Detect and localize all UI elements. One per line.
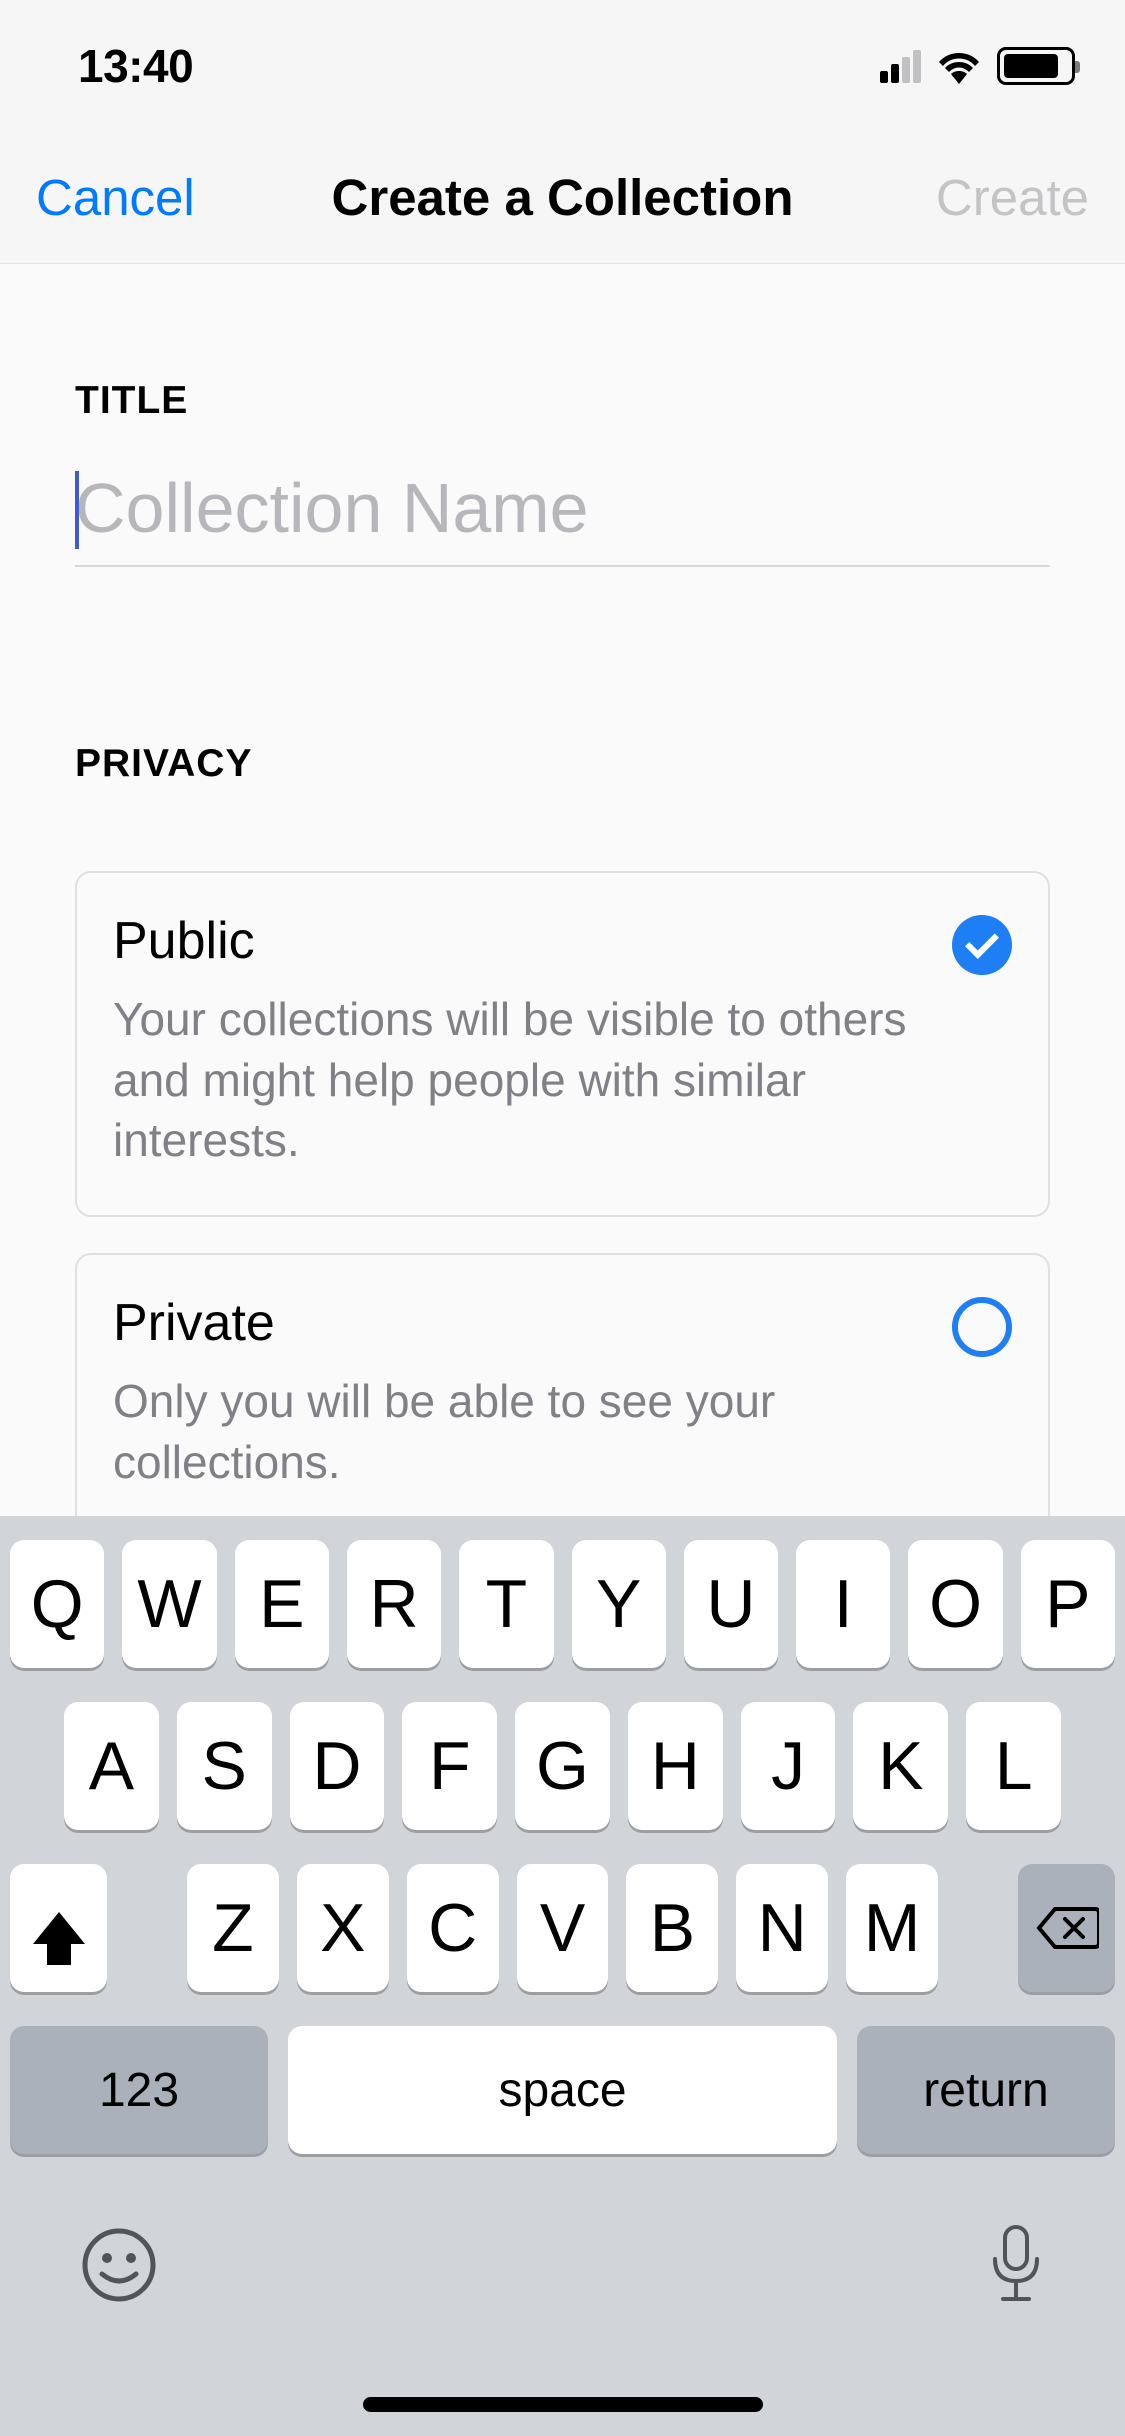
status-bar: 13:40 bbox=[0, 0, 1125, 132]
keyboard-row-1: Q W E R T Y U I O P bbox=[0, 1540, 1125, 1668]
cellular-signal-icon bbox=[880, 49, 921, 83]
key-h[interactable]: H bbox=[628, 1702, 723, 1830]
keyboard-row-4: 123 space return bbox=[0, 2026, 1125, 2154]
key-y[interactable]: Y bbox=[572, 1540, 666, 1668]
key-p[interactable]: P bbox=[1021, 1540, 1115, 1668]
checkmark-icon bbox=[952, 915, 1012, 975]
key-backspace[interactable] bbox=[1018, 1864, 1115, 1992]
privacy-options: Public Your collections will be visible … bbox=[75, 871, 1050, 1539]
privacy-public-title: Public bbox=[113, 911, 922, 971]
status-time: 13:40 bbox=[78, 39, 193, 93]
key-d[interactable]: D bbox=[290, 1702, 385, 1830]
privacy-public-desc: Your collections will be visible to othe… bbox=[113, 989, 922, 1171]
cancel-button[interactable]: Cancel bbox=[36, 168, 195, 227]
privacy-private-title: Private bbox=[113, 1293, 922, 1353]
status-indicators bbox=[880, 47, 1075, 85]
key-s[interactable]: S bbox=[177, 1702, 272, 1830]
keyboard: Q W E R T Y U I O P A S D F G H J K L Z … bbox=[0, 1516, 1125, 2436]
key-z[interactable]: Z bbox=[187, 1864, 279, 1992]
key-j[interactable]: J bbox=[741, 1702, 836, 1830]
key-c[interactable]: C bbox=[407, 1864, 499, 1992]
battery-icon bbox=[997, 47, 1075, 85]
key-u[interactable]: U bbox=[684, 1540, 778, 1668]
key-g[interactable]: G bbox=[515, 1702, 610, 1830]
key-m[interactable]: M bbox=[846, 1864, 938, 1992]
key-b[interactable]: B bbox=[626, 1864, 718, 1992]
page-title: Create a Collection bbox=[332, 168, 794, 227]
key-return[interactable]: return bbox=[857, 2026, 1115, 2154]
keyboard-row-2: A S D F G H J K L bbox=[0, 1702, 1125, 1830]
content-area: TITLE Collection Name PRIVACY Public You… bbox=[0, 379, 1125, 1539]
shift-icon bbox=[33, 1912, 85, 1944]
create-button[interactable]: Create bbox=[936, 168, 1089, 227]
key-n[interactable]: N bbox=[736, 1864, 828, 1992]
backspace-icon bbox=[1035, 1905, 1099, 1951]
emoji-icon bbox=[80, 2226, 158, 2304]
keyboard-row-3: Z X C V B N M bbox=[0, 1864, 1125, 1992]
key-k[interactable]: K bbox=[853, 1702, 948, 1830]
key-i[interactable]: I bbox=[796, 1540, 890, 1668]
key-a[interactable]: A bbox=[64, 1702, 159, 1830]
dictation-button[interactable] bbox=[987, 2223, 1045, 2312]
key-o[interactable]: O bbox=[908, 1540, 1002, 1668]
key-v[interactable]: V bbox=[517, 1864, 609, 1992]
input-placeholder: Collection Name bbox=[75, 473, 1050, 543]
nav-bar: Cancel Create a Collection Create bbox=[0, 132, 1125, 264]
key-l[interactable]: L bbox=[966, 1702, 1061, 1830]
title-section-label: TITLE bbox=[75, 379, 1050, 423]
key-space[interactable]: space bbox=[288, 2026, 837, 2154]
key-q[interactable]: Q bbox=[10, 1540, 104, 1668]
key-numbers[interactable]: 123 bbox=[10, 2026, 268, 2154]
wifi-icon bbox=[935, 48, 983, 84]
radio-unselected-icon bbox=[952, 1297, 1012, 1357]
privacy-option-private[interactable]: Private Only you will be able to see you… bbox=[75, 1253, 1050, 1538]
keyboard-bottom-row bbox=[0, 2188, 1125, 2312]
key-x[interactable]: X bbox=[297, 1864, 389, 1992]
key-e[interactable]: E bbox=[235, 1540, 329, 1668]
key-w[interactable]: W bbox=[122, 1540, 216, 1668]
key-r[interactable]: R bbox=[347, 1540, 441, 1668]
microphone-icon bbox=[987, 2223, 1045, 2307]
privacy-option-public[interactable]: Public Your collections will be visible … bbox=[75, 871, 1050, 1217]
text-cursor bbox=[75, 471, 79, 549]
key-t[interactable]: T bbox=[459, 1540, 553, 1668]
key-shift[interactable] bbox=[10, 1864, 107, 1992]
key-f[interactable]: F bbox=[402, 1702, 497, 1830]
privacy-private-desc: Only you will be able to see your collec… bbox=[113, 1371, 922, 1492]
home-indicator[interactable] bbox=[363, 2397, 763, 2412]
privacy-section-label: PRIVACY bbox=[75, 742, 1050, 786]
emoji-button[interactable] bbox=[80, 2226, 158, 2309]
collection-name-input[interactable]: Collection Name bbox=[75, 473, 1050, 567]
